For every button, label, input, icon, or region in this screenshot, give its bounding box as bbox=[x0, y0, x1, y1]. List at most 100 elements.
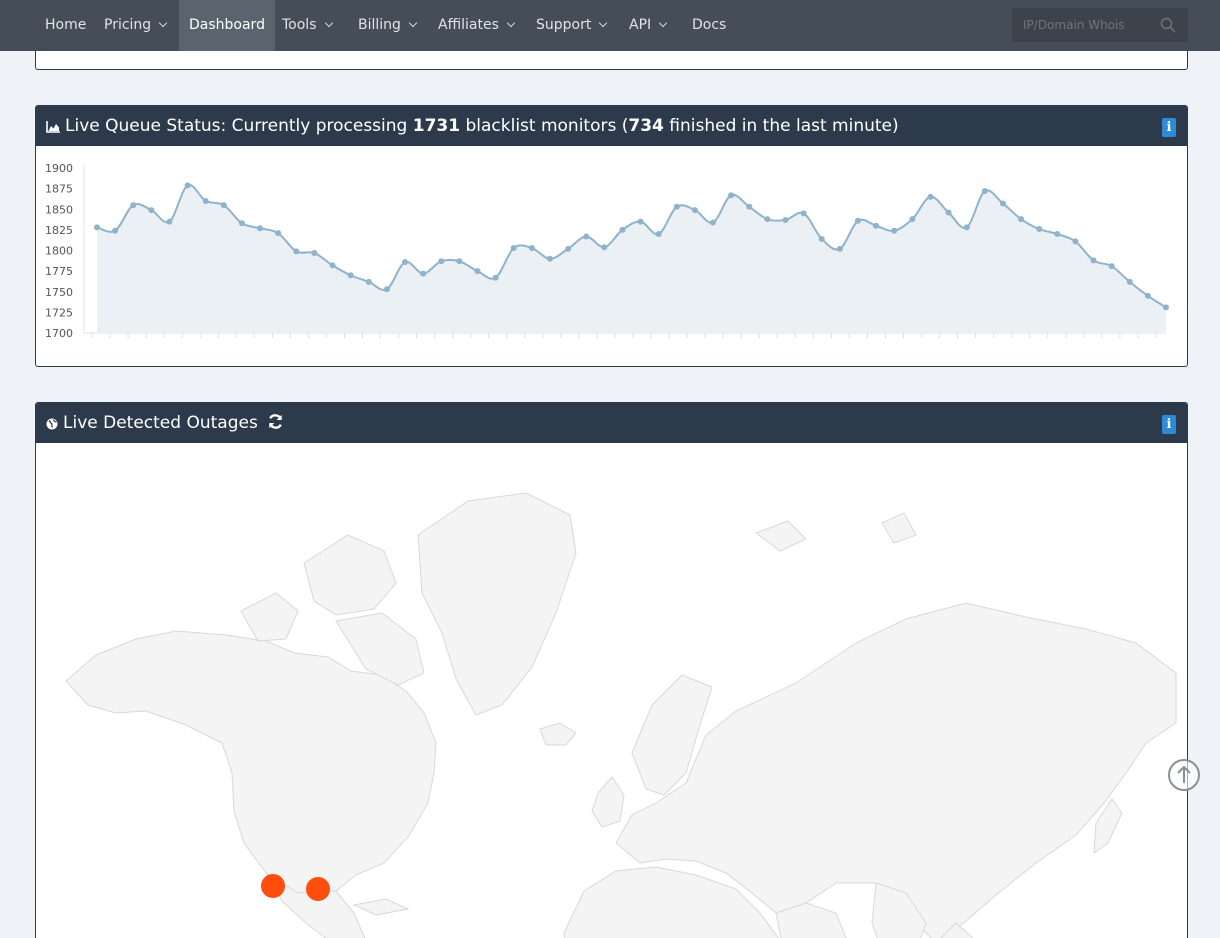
queue-status-panel: Live Queue Status: Currently processing … bbox=[35, 105, 1188, 367]
data-point[interactable] bbox=[202, 198, 209, 204]
data-point[interactable] bbox=[818, 235, 825, 242]
data-point[interactable] bbox=[329, 262, 336, 269]
data-point[interactable] bbox=[383, 286, 390, 293]
data-point[interactable] bbox=[963, 224, 970, 231]
data-point[interactable] bbox=[166, 218, 173, 225]
data-point[interactable] bbox=[347, 272, 354, 279]
chevron-down-icon bbox=[408, 18, 418, 28]
data-point[interactable] bbox=[420, 270, 427, 277]
data-point[interactable] bbox=[238, 220, 245, 227]
data-point[interactable] bbox=[365, 278, 372, 285]
map-arctic-islands bbox=[303, 534, 397, 616]
world-map bbox=[65, 492, 1177, 938]
data-point[interactable] bbox=[764, 216, 771, 223]
outage-marker[interactable] bbox=[261, 874, 285, 898]
data-point[interactable] bbox=[836, 245, 843, 252]
data-point[interactable] bbox=[637, 218, 644, 225]
data-point[interactable] bbox=[565, 245, 572, 252]
nav-pricing[interactable]: Pricing bbox=[104, 0, 168, 51]
data-point[interactable] bbox=[1163, 304, 1169, 311]
data-point[interactable] bbox=[112, 227, 119, 234]
data-point[interactable] bbox=[945, 209, 952, 216]
data-point[interactable] bbox=[583, 233, 590, 240]
data-point[interactable] bbox=[619, 226, 626, 233]
data-point[interactable] bbox=[293, 248, 300, 255]
data-point[interactable] bbox=[854, 217, 861, 224]
data-point[interactable] bbox=[746, 203, 753, 210]
info-icon: i bbox=[1166, 417, 1172, 432]
nav-tools[interactable]: Tools bbox=[282, 0, 333, 51]
chevron-down-icon bbox=[658, 18, 668, 28]
globe-icon bbox=[46, 418, 58, 430]
data-point[interactable] bbox=[800, 210, 807, 217]
data-point[interactable] bbox=[456, 258, 463, 265]
finished-count: 734 bbox=[628, 116, 664, 136]
queue-info-button[interactable]: i bbox=[1162, 118, 1176, 137]
queue-title-suffix: finished in the last minute) bbox=[663, 116, 899, 136]
chevron-down-icon bbox=[324, 18, 333, 28]
refresh-icon[interactable] bbox=[267, 413, 284, 430]
data-point[interactable] bbox=[655, 231, 662, 237]
data-point[interactable] bbox=[601, 244, 608, 251]
data-point[interactable] bbox=[546, 255, 553, 262]
data-point[interactable] bbox=[1090, 257, 1097, 264]
data-point[interactable] bbox=[184, 182, 191, 189]
y-tick-label: 1700 bbox=[45, 327, 73, 340]
outages-panel: Live Detected Outages i bbox=[35, 402, 1188, 938]
data-point[interactable] bbox=[1144, 292, 1151, 299]
data-point[interactable] bbox=[1108, 263, 1115, 270]
data-point[interactable] bbox=[710, 219, 717, 226]
data-point[interactable] bbox=[891, 227, 898, 234]
data-point[interactable] bbox=[909, 216, 916, 223]
nav-affiliates[interactable]: Affiliates bbox=[438, 0, 516, 51]
data-point[interactable] bbox=[311, 249, 318, 256]
search-icon[interactable] bbox=[1160, 17, 1176, 33]
nav-dashboard[interactable]: Dashboard bbox=[179, 0, 275, 51]
outages-info-button[interactable]: i bbox=[1162, 415, 1176, 434]
data-point[interactable] bbox=[148, 207, 155, 214]
data-point[interactable] bbox=[1054, 231, 1061, 237]
data-point[interactable] bbox=[873, 222, 880, 229]
data-point[interactable] bbox=[782, 216, 789, 223]
whois-search-input[interactable] bbox=[1012, 8, 1152, 42]
map-greenland bbox=[417, 492, 577, 716]
nav-docs[interactable]: Docs bbox=[692, 0, 726, 51]
data-point[interactable] bbox=[257, 225, 264, 232]
data-point[interactable] bbox=[981, 188, 988, 195]
chevron-down-icon bbox=[506, 18, 516, 28]
data-point[interactable] bbox=[492, 274, 499, 281]
queue-chart: 1900 1875 1850 1825 1800 1775 1750 1725 1700 bbox=[45, 162, 1169, 340]
data-point[interactable] bbox=[1072, 238, 1079, 245]
arrow-up-icon bbox=[1177, 765, 1191, 783]
data-point[interactable] bbox=[691, 207, 698, 214]
data-point[interactable] bbox=[927, 193, 934, 200]
data-point[interactable] bbox=[402, 259, 409, 266]
map-britain bbox=[591, 776, 625, 828]
data-point[interactable] bbox=[220, 202, 227, 209]
data-point[interactable] bbox=[130, 202, 137, 209]
scroll-to-top-button[interactable] bbox=[1168, 759, 1200, 791]
data-point[interactable] bbox=[438, 258, 445, 265]
data-point[interactable] bbox=[528, 245, 535, 252]
data-point[interactable] bbox=[510, 245, 517, 252]
y-tick-label: 1850 bbox=[45, 203, 73, 216]
map-arctic-islands-2 bbox=[240, 592, 299, 642]
nav-support[interactable]: Support bbox=[536, 0, 608, 51]
data-point[interactable] bbox=[1018, 216, 1025, 223]
data-point[interactable] bbox=[999, 200, 1006, 207]
outage-marker[interactable] bbox=[306, 877, 330, 901]
nav-api[interactable]: API bbox=[629, 0, 668, 51]
data-point[interactable] bbox=[1126, 278, 1133, 285]
data-point[interactable] bbox=[728, 192, 735, 199]
nav-home[interactable]: Home bbox=[45, 0, 86, 51]
data-point[interactable] bbox=[474, 268, 481, 275]
data-point[interactable] bbox=[275, 230, 282, 237]
chevron-down-icon bbox=[158, 18, 168, 28]
y-tick-label: 1750 bbox=[45, 286, 73, 299]
data-point[interactable] bbox=[1036, 226, 1043, 233]
nav-billing[interactable]: Billing bbox=[358, 0, 418, 51]
data-point[interactable] bbox=[673, 203, 680, 210]
data-point[interactable] bbox=[94, 224, 100, 231]
y-tick-label: 1775 bbox=[45, 265, 73, 278]
navbar: Home Pricing Dashboard Tools Billing Aff… bbox=[0, 0, 1220, 51]
